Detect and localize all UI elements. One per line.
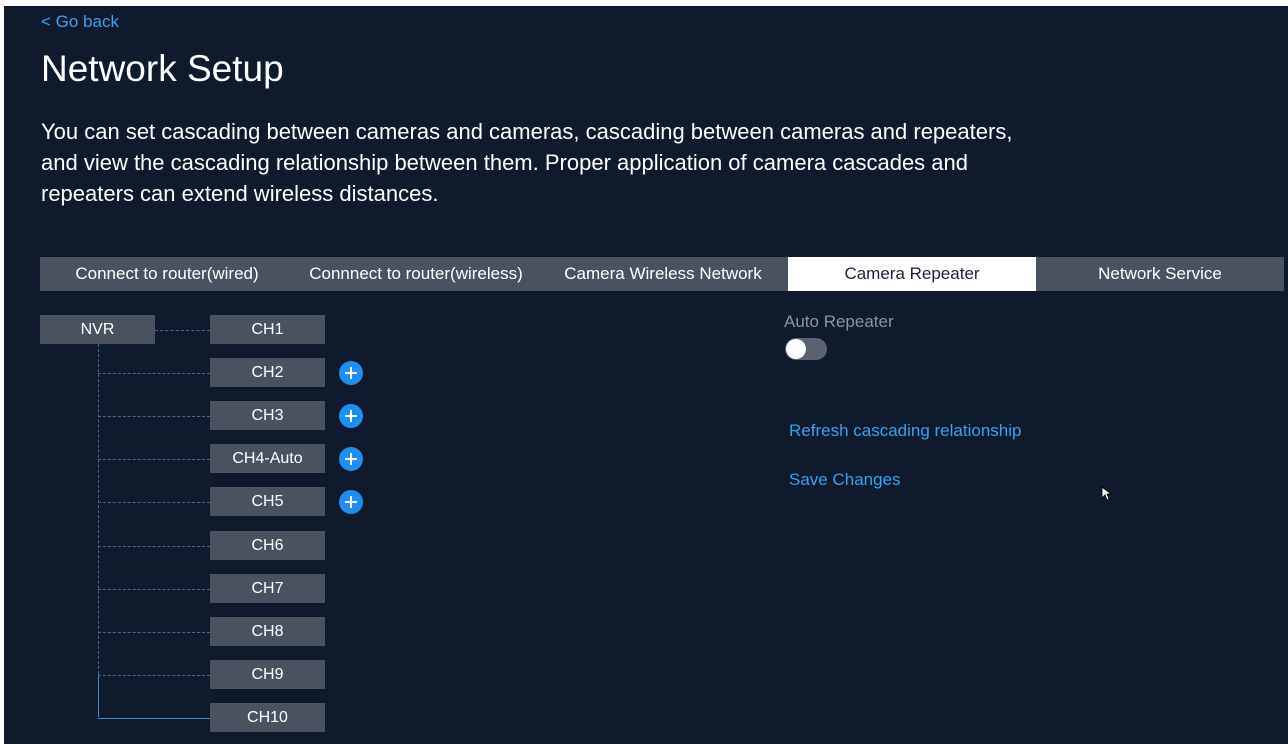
connector-line bbox=[98, 717, 210, 719]
channel-node[interactable]: CH6 bbox=[210, 531, 325, 560]
connector-line bbox=[98, 501, 210, 503]
mouse-cursor-icon bbox=[1101, 486, 1113, 501]
auto-repeater-label: Auto Repeater bbox=[784, 312, 894, 331]
connector-line bbox=[98, 545, 210, 547]
screen: < Go back Network Setup You can set casc… bbox=[4, 6, 1288, 744]
add-repeater-button[interactable] bbox=[339, 361, 363, 385]
save-changes-link[interactable]: Save Changes bbox=[789, 470, 901, 490]
toggle-knob bbox=[786, 339, 806, 359]
channel-node[interactable]: CH4-Auto bbox=[210, 444, 325, 473]
trunk-dashed-line bbox=[98, 344, 99, 675]
auto-repeater-toggle[interactable] bbox=[785, 338, 827, 360]
add-repeater-button[interactable] bbox=[339, 447, 363, 471]
channel-node[interactable]: CH8 bbox=[210, 617, 325, 646]
connector-line bbox=[98, 458, 210, 460]
nvr-node: NVR bbox=[40, 315, 155, 344]
cascade-topology: NVR CH1 CH2 CH3 CH4-Auto CH5 CH6 CH7 CH8 CH9 CH10 bbox=[4, 6, 704, 744]
channel-node[interactable]: CH10 bbox=[210, 703, 325, 732]
channel-node[interactable]: CH9 bbox=[210, 660, 325, 689]
connector-line bbox=[98, 674, 210, 676]
channel-node[interactable]: CH7 bbox=[210, 574, 325, 603]
channel-node[interactable]: CH1 bbox=[210, 315, 325, 344]
refresh-cascading-link[interactable]: Refresh cascading relationship bbox=[789, 421, 1021, 441]
connector-line bbox=[98, 415, 210, 417]
channel-node[interactable]: CH3 bbox=[210, 401, 325, 430]
tab-camera-repeater[interactable]: Camera Repeater bbox=[788, 257, 1036, 291]
connector-line bbox=[98, 588, 210, 590]
connector-line bbox=[98, 372, 210, 374]
connector-line bbox=[98, 631, 210, 633]
add-repeater-button[interactable] bbox=[339, 404, 363, 428]
tab-network-service[interactable]: Network Service bbox=[1036, 257, 1284, 291]
connector-line bbox=[155, 329, 210, 331]
channel-node[interactable]: CH5 bbox=[210, 487, 325, 516]
trunk-solid-line bbox=[98, 674, 99, 718]
add-repeater-button[interactable] bbox=[339, 490, 363, 514]
channel-node[interactable]: CH2 bbox=[210, 358, 325, 387]
